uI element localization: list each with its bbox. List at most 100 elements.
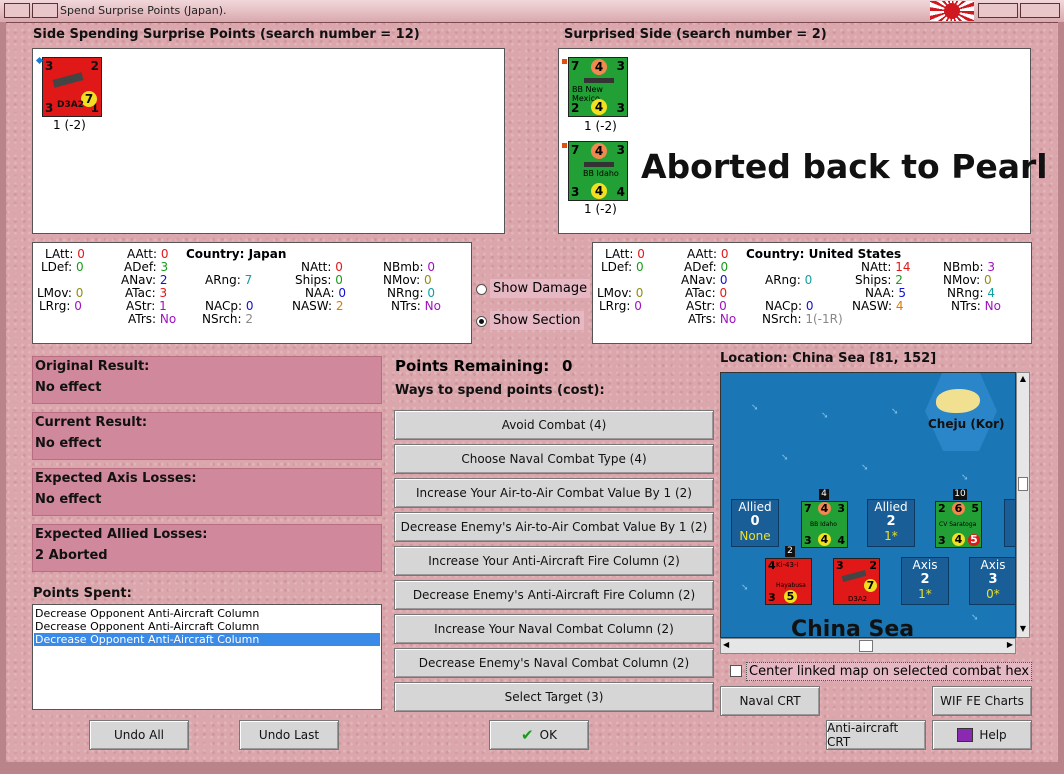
counter-value: 3 xyxy=(616,101,625,115)
map-unit-bb-idaho[interactable]: 7 4 3 BB Idaho 3 4 4 xyxy=(801,501,848,548)
increase-air-to-air-button[interactable]: Increase Your Air-to-Air Combat Value By… xyxy=(394,478,714,508)
stat-label: NMov: xyxy=(943,273,981,287)
expected-axis-losses-box: Expected Axis Losses: No effect xyxy=(32,468,382,516)
wif-fe-charts-button[interactable]: WIF FE Charts xyxy=(932,686,1032,716)
avoid-combat-button[interactable]: Avoid Combat (4) xyxy=(394,410,714,440)
marker-count: 3 xyxy=(988,572,998,587)
stat-label: NBmb: xyxy=(383,260,424,274)
stat-value: 3 xyxy=(160,260,169,274)
stat-value: 0 xyxy=(804,273,813,287)
points-remaining-value: 0 xyxy=(562,357,573,375)
counter-value: 5 xyxy=(971,502,979,515)
system-menu-icon[interactable] xyxy=(4,3,30,18)
unit-counter-bb-new-mexico[interactable]: 7 4 3 BB New Mexico 2 4 3 xyxy=(568,57,628,117)
stat-value: 2 xyxy=(895,273,903,287)
decrease-enemy-anti-aircraft-button[interactable]: Decrease Enemy's Anti-Aircraft Fire Colu… xyxy=(394,580,714,610)
scroll-right-icon[interactable]: ▶ xyxy=(1007,640,1013,649)
axis-marker-2[interactable]: Axis 3 0* xyxy=(969,557,1015,605)
stat-value: 0 xyxy=(805,299,814,313)
center-map-label[interactable]: Center linked map on selected combat hex xyxy=(746,662,1033,681)
expected-allied-losses-box: Expected Allied Losses: 2 Aborted xyxy=(32,524,382,572)
stat-label: ATrs: xyxy=(128,312,157,326)
allied-marker-2[interactable]: Allied 2 1* xyxy=(867,499,915,547)
map-unit-ki-43[interactable]: 4 Ki-43-I Hayabusa 3 5 xyxy=(765,558,812,605)
unit-counter-d3a2[interactable]: 3 2 3 1 7 D3A2 xyxy=(42,57,102,117)
help-button[interactable]: Help xyxy=(932,720,1032,750)
stat-label: ARng: xyxy=(765,273,801,287)
scroll-thumb[interactable] xyxy=(1018,477,1028,491)
scroll-up-icon[interactable]: ▲ xyxy=(1018,374,1028,386)
stat-value: 0 xyxy=(335,260,343,274)
aircraft-icon xyxy=(52,72,84,88)
stat-label: ANav: xyxy=(121,273,157,287)
restore-icon[interactable] xyxy=(32,3,58,18)
counter-value: 3 xyxy=(837,502,845,515)
map-vertical-scrollbar[interactable]: ▲ ▼ xyxy=(1016,372,1030,638)
allied-marker-1[interactable]: Allied 0 None xyxy=(731,499,779,547)
unit-caption: 1 (-2) xyxy=(584,119,617,133)
scroll-thumb[interactable] xyxy=(859,640,873,652)
stat-label: NTrs: xyxy=(391,299,421,313)
unit-counter-bb-idaho[interactable]: 7 4 3 BB Idaho 3 4 4 xyxy=(568,141,628,201)
stat-label: ATac: xyxy=(685,286,716,300)
counter-name: CV Saratoga xyxy=(939,521,977,528)
stat-value: 4 xyxy=(895,299,904,313)
counter-value: 4 xyxy=(818,502,831,515)
select-target-button[interactable]: Select Target (3) xyxy=(394,682,714,712)
show-damage-radio[interactable] xyxy=(476,284,487,295)
points-spent-list[interactable]: Decrease Opponent Anti-Aircraft Column D… xyxy=(32,604,382,710)
linked-map[interactable]: ➘➘➘ ➘➘➘ ➘➘➘ Cheju (Kor) Allied 0 None 4 … xyxy=(720,372,1016,638)
scroll-down-icon[interactable]: ▼ xyxy=(1018,624,1028,636)
stat-value: 0 xyxy=(720,247,729,261)
stat-value: 0 xyxy=(427,260,436,274)
minimize-icon[interactable] xyxy=(978,3,1018,18)
map-horizontal-scrollbar[interactable]: ◀ ▶ xyxy=(720,638,1016,654)
map-unit-cv-saratoga[interactable]: 2 6 5 CV Saratoga 3 4 5 xyxy=(935,501,982,548)
stat-value: 3 xyxy=(987,260,996,274)
anti-aircraft-crt-button[interactable]: Anti-aircraft CRT xyxy=(826,720,926,750)
show-damage-label[interactable]: Show Damage xyxy=(490,279,591,298)
stack-count: 2 xyxy=(785,546,795,557)
stat-label: LMov: xyxy=(597,286,632,300)
counter-value: 5 xyxy=(784,590,797,603)
stat-label: NBmb: xyxy=(943,260,984,274)
counter-value: 4 xyxy=(591,59,607,75)
decrease-enemy-naval-combat-button[interactable]: Decrease Enemy's Naval Combat Column (2) xyxy=(394,648,714,678)
stat-label: LMov: xyxy=(37,286,72,300)
original-result-box: Original Result: No effect xyxy=(32,356,382,404)
list-item[interactable]: Decrease Opponent Anti-Aircraft Column xyxy=(35,620,259,633)
scroll-left-icon[interactable]: ◀ xyxy=(723,640,729,649)
increase-anti-aircraft-button[interactable]: Increase Your Anti-Aircraft Fire Column … xyxy=(394,546,714,576)
marker-side: Axis xyxy=(980,558,1006,572)
current-result-box: Current Result: No effect xyxy=(32,412,382,460)
stat-label: NAtt: xyxy=(861,260,892,274)
close-icon[interactable] xyxy=(1020,3,1060,18)
stat-label: Country: xyxy=(746,247,805,261)
show-section-label[interactable]: Show Section xyxy=(490,311,584,330)
naval-crt-button[interactable]: Naval CRT xyxy=(720,686,820,716)
marker-side: Axis xyxy=(912,558,938,572)
choose-naval-combat-type-button[interactable]: Choose Naval Combat Type (4) xyxy=(394,444,714,474)
stat-value: 2 xyxy=(335,299,344,313)
counter-value: 4 xyxy=(591,143,607,159)
decrease-enemy-air-to-air-button[interactable]: Decrease Enemy's Air-to-Air Combat Value… xyxy=(394,512,714,542)
counter-value: 4 xyxy=(616,185,625,199)
counter-value: 2 xyxy=(869,559,877,572)
stat-value: 0 xyxy=(637,247,645,261)
stack-count: 10 xyxy=(953,489,967,500)
stat-label: LDef: xyxy=(41,260,73,274)
center-map-checkbox[interactable] xyxy=(730,665,742,677)
stat-label: NACp: xyxy=(205,299,243,313)
increase-naval-combat-button[interactable]: Increase Your Naval Combat Column (2) xyxy=(394,614,714,644)
list-item[interactable]: Decrease Opponent Anti-Aircraft Column xyxy=(35,607,259,620)
undo-all-button[interactable]: Undo All xyxy=(89,720,189,750)
undo-last-button[interactable]: Undo Last xyxy=(239,720,339,750)
ok-button[interactable]: ✔ OK xyxy=(489,720,589,750)
show-section-radio[interactable] xyxy=(476,316,487,327)
sea-area-label: China Sea xyxy=(791,617,915,638)
list-item-selected[interactable]: Decrease Opponent Anti-Aircraft Column xyxy=(34,633,380,646)
battleship-icon xyxy=(584,162,614,167)
country-name: Japan xyxy=(248,247,287,261)
map-unit-d3a2[interactable]: 3 2 7 D3A2 xyxy=(833,558,880,605)
axis-marker-1[interactable]: Axis 2 1* xyxy=(901,557,949,605)
